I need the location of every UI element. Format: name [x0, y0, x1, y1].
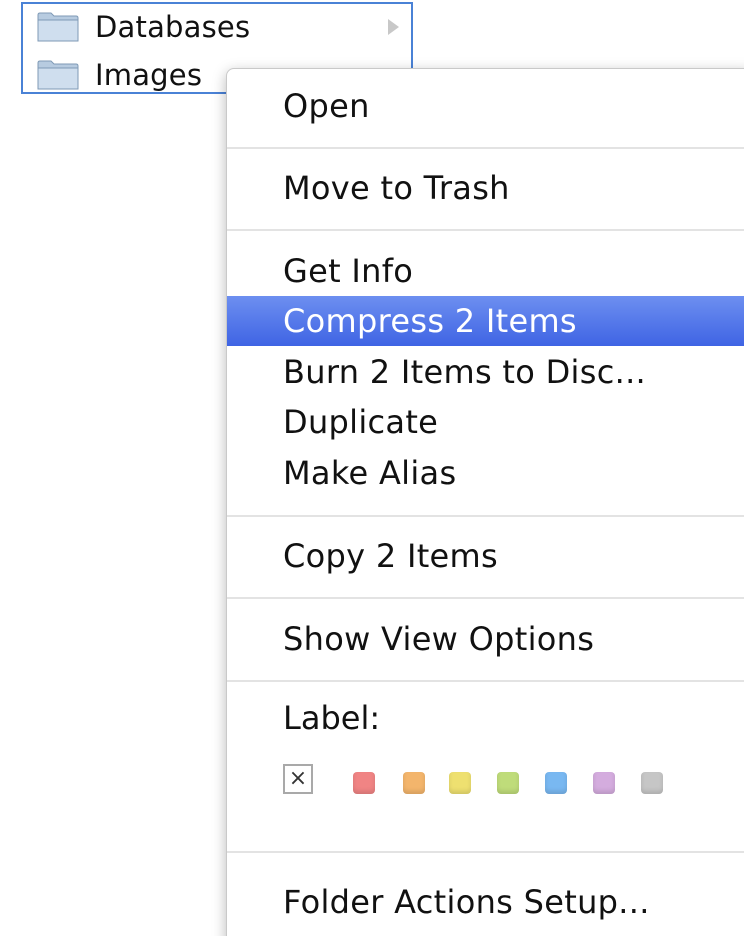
menu-separator [227, 597, 744, 599]
label-green-swatch[interactable] [497, 772, 519, 794]
label-purple-swatch[interactable] [593, 772, 615, 794]
folder-name: Databases [95, 10, 251, 44]
menu-item-move-to-trash[interactable]: Move to Trash [227, 163, 744, 213]
menu-item-folder-actions-setup[interactable]: Folder Actions Setup... [227, 877, 744, 927]
folder-icon [37, 12, 79, 42]
label-yellow-swatch[interactable] [449, 772, 471, 794]
menu-separator [227, 147, 744, 149]
label-none-icon[interactable]: × [283, 764, 313, 794]
menu-separator [227, 851, 744, 853]
menu-item-make-alias[interactable]: Make Alias [227, 448, 744, 498]
folder-icon [37, 60, 79, 90]
desktop: Databases Images Open Move to Trash Get … [0, 0, 744, 936]
menu-item-compress[interactable]: Compress 2 Items [227, 296, 744, 346]
menu-separator [227, 680, 744, 682]
label-red-swatch[interactable] [353, 772, 375, 794]
disclosure-triangle-icon[interactable] [388, 19, 399, 35]
menu-item-open[interactable]: Open [227, 81, 744, 131]
context-menu: Open Move to Trash Get Info Compress 2 I… [226, 68, 744, 936]
label-orange-swatch[interactable] [403, 772, 425, 794]
menu-item-copy-items[interactable]: Copy 2 Items [227, 531, 744, 581]
menu-item-show-view-options[interactable]: Show View Options [227, 614, 744, 664]
label-blue-swatch[interactable] [545, 772, 567, 794]
folder-name: Images [95, 58, 203, 92]
label-heading: Label: [283, 699, 381, 737]
label-gray-swatch[interactable] [641, 772, 663, 794]
menu-separator [227, 515, 744, 517]
menu-item-get-info[interactable]: Get Info [227, 246, 744, 296]
menu-item-duplicate[interactable]: Duplicate [227, 397, 744, 447]
menu-item-burn-to-disc[interactable]: Burn 2 Items to Disc... [227, 347, 744, 397]
menu-separator [227, 229, 744, 231]
finder-row-databases[interactable]: Databases [23, 6, 411, 50]
